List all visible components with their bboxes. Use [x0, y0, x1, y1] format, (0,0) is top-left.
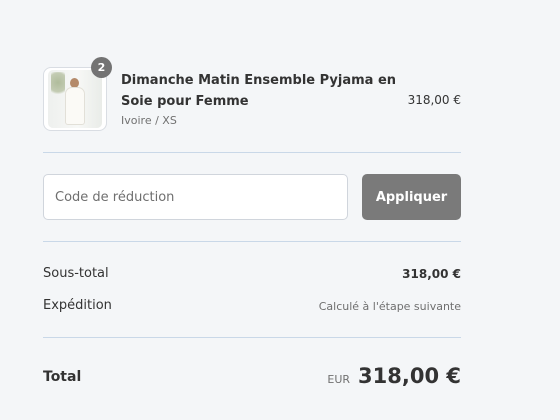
subtotal-value: 318,00 €: [402, 267, 461, 281]
shipping-label: Expédition: [43, 298, 112, 313]
total-label: Total: [43, 369, 82, 385]
subtotal-label: Sous-total: [43, 266, 109, 281]
discount-code-input[interactable]: [43, 174, 348, 220]
product-price: 318,00 €: [407, 93, 461, 107]
divider-top: [43, 152, 461, 153]
order-summary-panel: 2 Dimanche Matin Ensemble Pyjama en Soie…: [0, 0, 560, 420]
plant-decoration: [51, 72, 65, 98]
apply-discount-button[interactable]: Appliquer: [362, 174, 461, 220]
quantity-badge: 2: [91, 57, 112, 78]
divider-middle: [43, 241, 461, 242]
divider-bottom: [43, 337, 461, 338]
total-price: EUR 318,00 €: [327, 364, 461, 388]
model-pajama: [65, 87, 85, 125]
total-amount: 318,00 €: [358, 364, 461, 388]
total-currency: EUR: [327, 373, 351, 386]
product-variant: Ivoire / XS: [121, 114, 177, 127]
shipping-value: Calculé à l'étape suivante: [318, 300, 461, 313]
product-name: Dimanche Matin Ensemble Pyjama en Soie p…: [121, 73, 397, 109]
product-photo-icon: [48, 70, 102, 128]
